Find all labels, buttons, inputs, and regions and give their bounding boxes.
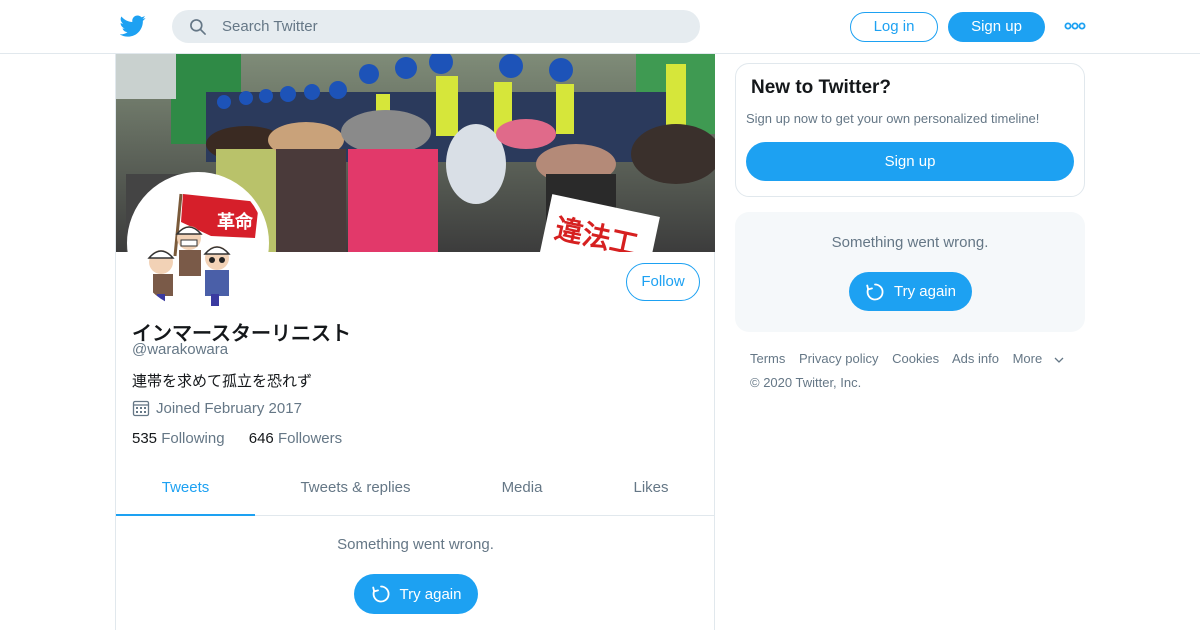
tab-media[interactable]: Media: [476, 466, 568, 516]
copyright-text: © 2020 Twitter, Inc.: [750, 375, 862, 390]
try-again-label: Try again: [894, 283, 956, 300]
login-button[interactable]: Log in: [850, 12, 938, 42]
profile-stats: 535 Following 646 Followers: [132, 430, 362, 447]
avatar-flag-text: 革命: [217, 211, 254, 233]
followers-label: Followers: [277, 430, 343, 447]
top-navigation-bar: Log in Sign up: [0, 0, 1200, 54]
refresh-icon: [371, 585, 389, 603]
new-to-twitter-card: New to Twitter? Sign up now to get your …: [735, 63, 1085, 197]
footer-more-label: More: [1012, 351, 1043, 366]
footer-link-terms[interactable]: Terms: [750, 351, 785, 366]
search-icon: [190, 19, 206, 35]
following-count: 535: [132, 430, 158, 447]
joined-text: Joined February 2017: [156, 399, 302, 417]
new-to-twitter-subtitle: Sign up now to get your own personalized…: [746, 111, 1040, 126]
followers-link[interactable]: 646 Followers: [249, 430, 342, 447]
profile-column: 違法工 革命 Follow インマースターリニスト @warakowara 連帯…: [115, 54, 715, 630]
tab-tweets[interactable]: Tweets: [116, 466, 255, 516]
calendar-icon: [132, 400, 150, 417]
sidebar-error-card: Something went wrong. Try again: [735, 212, 1085, 332]
try-again-label: Try again: [399, 585, 462, 603]
profile-tabs: Tweets Tweets & replies Media Likes: [116, 466, 715, 516]
profile-handle: @warakowara: [132, 341, 229, 358]
chevron-down-icon: [1054, 357, 1064, 363]
profile-joined-date: Joined February 2017: [132, 399, 302, 417]
avatar-illustration: 革命: [131, 176, 265, 310]
profile-bio: 連帯を求めて孤立を恐れず: [132, 373, 313, 390]
footer-links: Terms Privacy policy Cookies Ads info Mo…: [750, 351, 1074, 366]
search-bar[interactable]: [172, 10, 700, 43]
following-label: Following: [161, 430, 225, 447]
timeline-try-again-button[interactable]: Try again: [354, 574, 478, 614]
footer-link-ads-info[interactable]: Ads info: [952, 351, 999, 366]
sidebar-error-message: Something went wrong.: [831, 234, 989, 251]
follow-button[interactable]: Follow: [626, 263, 700, 301]
profile-avatar[interactable]: 革命: [127, 172, 269, 314]
sidebar-signup-button[interactable]: Sign up: [746, 142, 1074, 181]
footer-link-more[interactable]: More: [1013, 351, 1065, 366]
search-input[interactable]: [222, 10, 682, 43]
tab-tweets-replies[interactable]: Tweets & replies: [278, 466, 433, 516]
followers-count: 646: [248, 430, 274, 447]
footer-link-privacy[interactable]: Privacy policy: [799, 351, 878, 366]
timeline-error-message: Something went wrong.: [337, 536, 494, 553]
footer-link-cookies[interactable]: Cookies: [892, 351, 939, 366]
tab-likes[interactable]: Likes: [606, 466, 696, 516]
signup-button[interactable]: Sign up: [948, 12, 1045, 42]
twitter-bird-icon[interactable]: [120, 13, 146, 39]
new-to-twitter-title: New to Twitter?: [751, 77, 892, 98]
following-link[interactable]: 535 Following: [132, 430, 229, 447]
more-dots-icon[interactable]: [1064, 19, 1086, 33]
sidebar-try-again-button[interactable]: Try again: [849, 272, 972, 311]
refresh-icon: [866, 283, 884, 300]
